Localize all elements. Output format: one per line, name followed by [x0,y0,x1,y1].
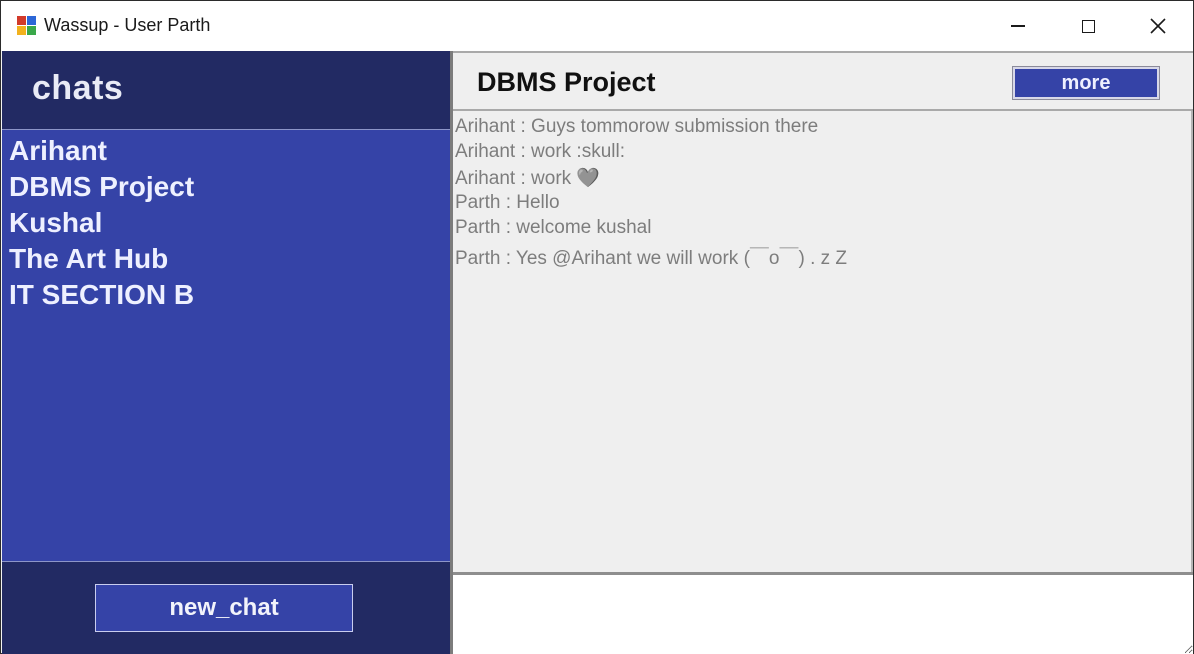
window-title: Wassup - User Parth [44,15,211,35]
chat-item-kushal[interactable]: Kushal [9,207,102,239]
chat-item-the-art-hub[interactable]: The Art Hub [9,243,168,275]
maximize-icon [1081,19,1095,33]
app-window: Wassup - User Parth chats Arihant DBMS P… [0,0,1194,654]
chat-item-arihant[interactable]: Arihant [9,135,107,167]
chat-list: Arihant DBMS Project Kushal The Art Hub … [2,129,450,562]
maximize-button[interactable] [1053,1,1123,51]
close-icon [1150,18,1166,34]
message-line: Arihant : Guys tommorow submission there [455,116,819,137]
sidebar-header: chats [2,51,450,129]
more-button[interactable]: more [1012,66,1160,100]
minimize-button[interactable] [983,1,1053,51]
message-line: Arihant : work 🩶 [455,168,601,189]
message-input-area [453,572,1193,654]
minimize-icon [1011,25,1025,27]
title-bar: Wassup - User Parth [1,1,1193,51]
chat-header: DBMS Project more [453,51,1193,111]
message-line: Parth : Hello [455,192,560,213]
message-line: Arihant : work :skull: [455,141,625,162]
message-line: Parth : Yes @Arihant we will work (￣o￣) … [455,248,848,269]
new-chat-button[interactable]: new_chat [95,584,353,632]
chat-item-dbms-project[interactable]: DBMS Project [9,171,194,203]
app-window-icon [17,16,37,36]
message-area: Arihant : Guys tommorow submission there… [453,111,1193,572]
sidebar-footer: new_chat [2,562,450,654]
message-input[interactable] [453,575,1193,654]
chat-title: DBMS Project [477,67,656,97]
sidebar-title: chats [32,69,124,107]
message-line: Parth : welcome kushal [455,217,652,238]
close-button[interactable] [1123,1,1193,51]
chat-item-it-section-b[interactable]: IT SECTION B [9,279,194,311]
